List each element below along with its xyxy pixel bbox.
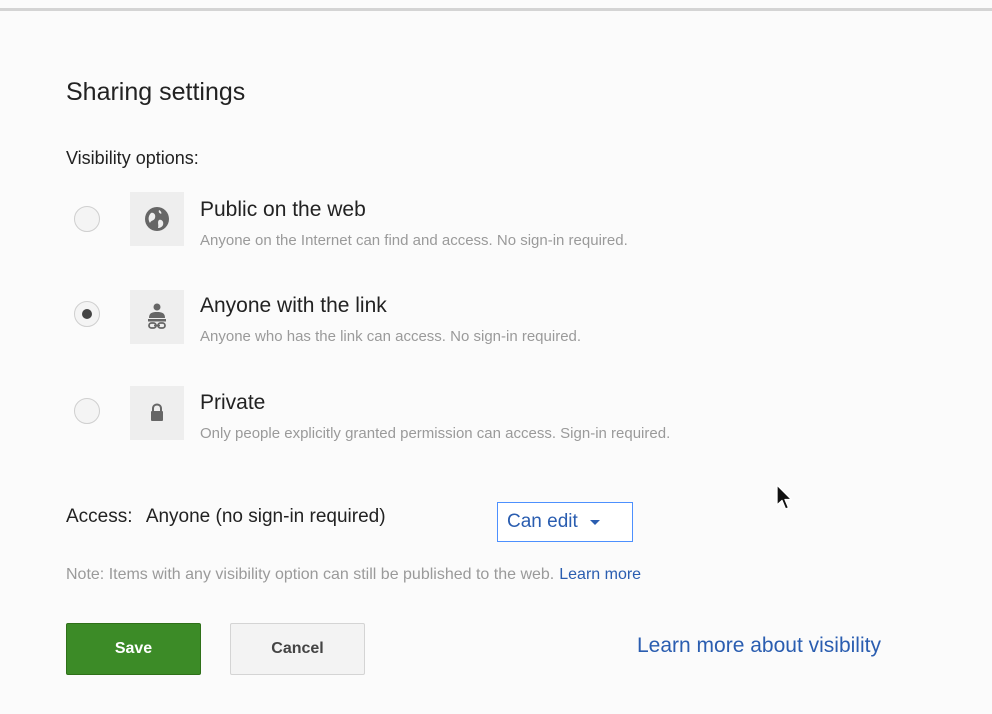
- visibility-option-link[interactable]: Anyone with the link Anyone who has the …: [0, 290, 992, 360]
- option-title: Public on the web: [200, 198, 366, 221]
- sharing-settings-dialog: Sharing settings Visibility options: Pub…: [0, 0, 992, 714]
- option-description: Anyone who has the link can access. No s…: [200, 328, 582, 345]
- access-value: Anyone (no sign-in required): [145, 506, 386, 527]
- permission-value: Can edit: [507, 511, 578, 532]
- dialog-title: Sharing settings: [66, 78, 246, 106]
- top-divider: [0, 8, 992, 11]
- visibility-options-label: Visibility options:: [66, 148, 199, 168]
- option-title: Anyone with the link: [200, 294, 387, 317]
- access-row: Access: Anyone (no sign-in required): [66, 506, 386, 528]
- caret-down-icon: [589, 519, 600, 525]
- cancel-button[interactable]: Cancel: [230, 623, 365, 675]
- lock-icon: [130, 386, 184, 440]
- globe-icon: [130, 192, 184, 246]
- learn-more-link[interactable]: Learn more: [559, 566, 641, 583]
- person-link-icon: [130, 290, 184, 344]
- publish-note: Note: Items with any visibility option c…: [66, 566, 641, 584]
- note-text: Note: Items with any visibility option c…: [66, 566, 555, 583]
- radio-private[interactable]: [74, 398, 100, 424]
- visibility-option-private[interactable]: Private Only people explicitly granted p…: [0, 386, 992, 456]
- radio-public[interactable]: [74, 206, 100, 232]
- visibility-option-public[interactable]: Public on the web Anyone on the Internet…: [0, 192, 992, 262]
- access-label: Access:: [66, 506, 133, 527]
- radio-link-selected[interactable]: [74, 301, 100, 327]
- permission-dropdown[interactable]: Can edit: [497, 502, 633, 542]
- mouse-cursor-icon: [776, 484, 794, 519]
- save-button[interactable]: Save: [66, 623, 201, 675]
- option-description: Only people explicitly granted permissio…: [200, 425, 671, 442]
- option-description: Anyone on the Internet can find and acce…: [200, 232, 628, 249]
- option-title: Private: [200, 391, 266, 414]
- learn-more-visibility-link[interactable]: Learn more about visibility: [637, 634, 881, 658]
